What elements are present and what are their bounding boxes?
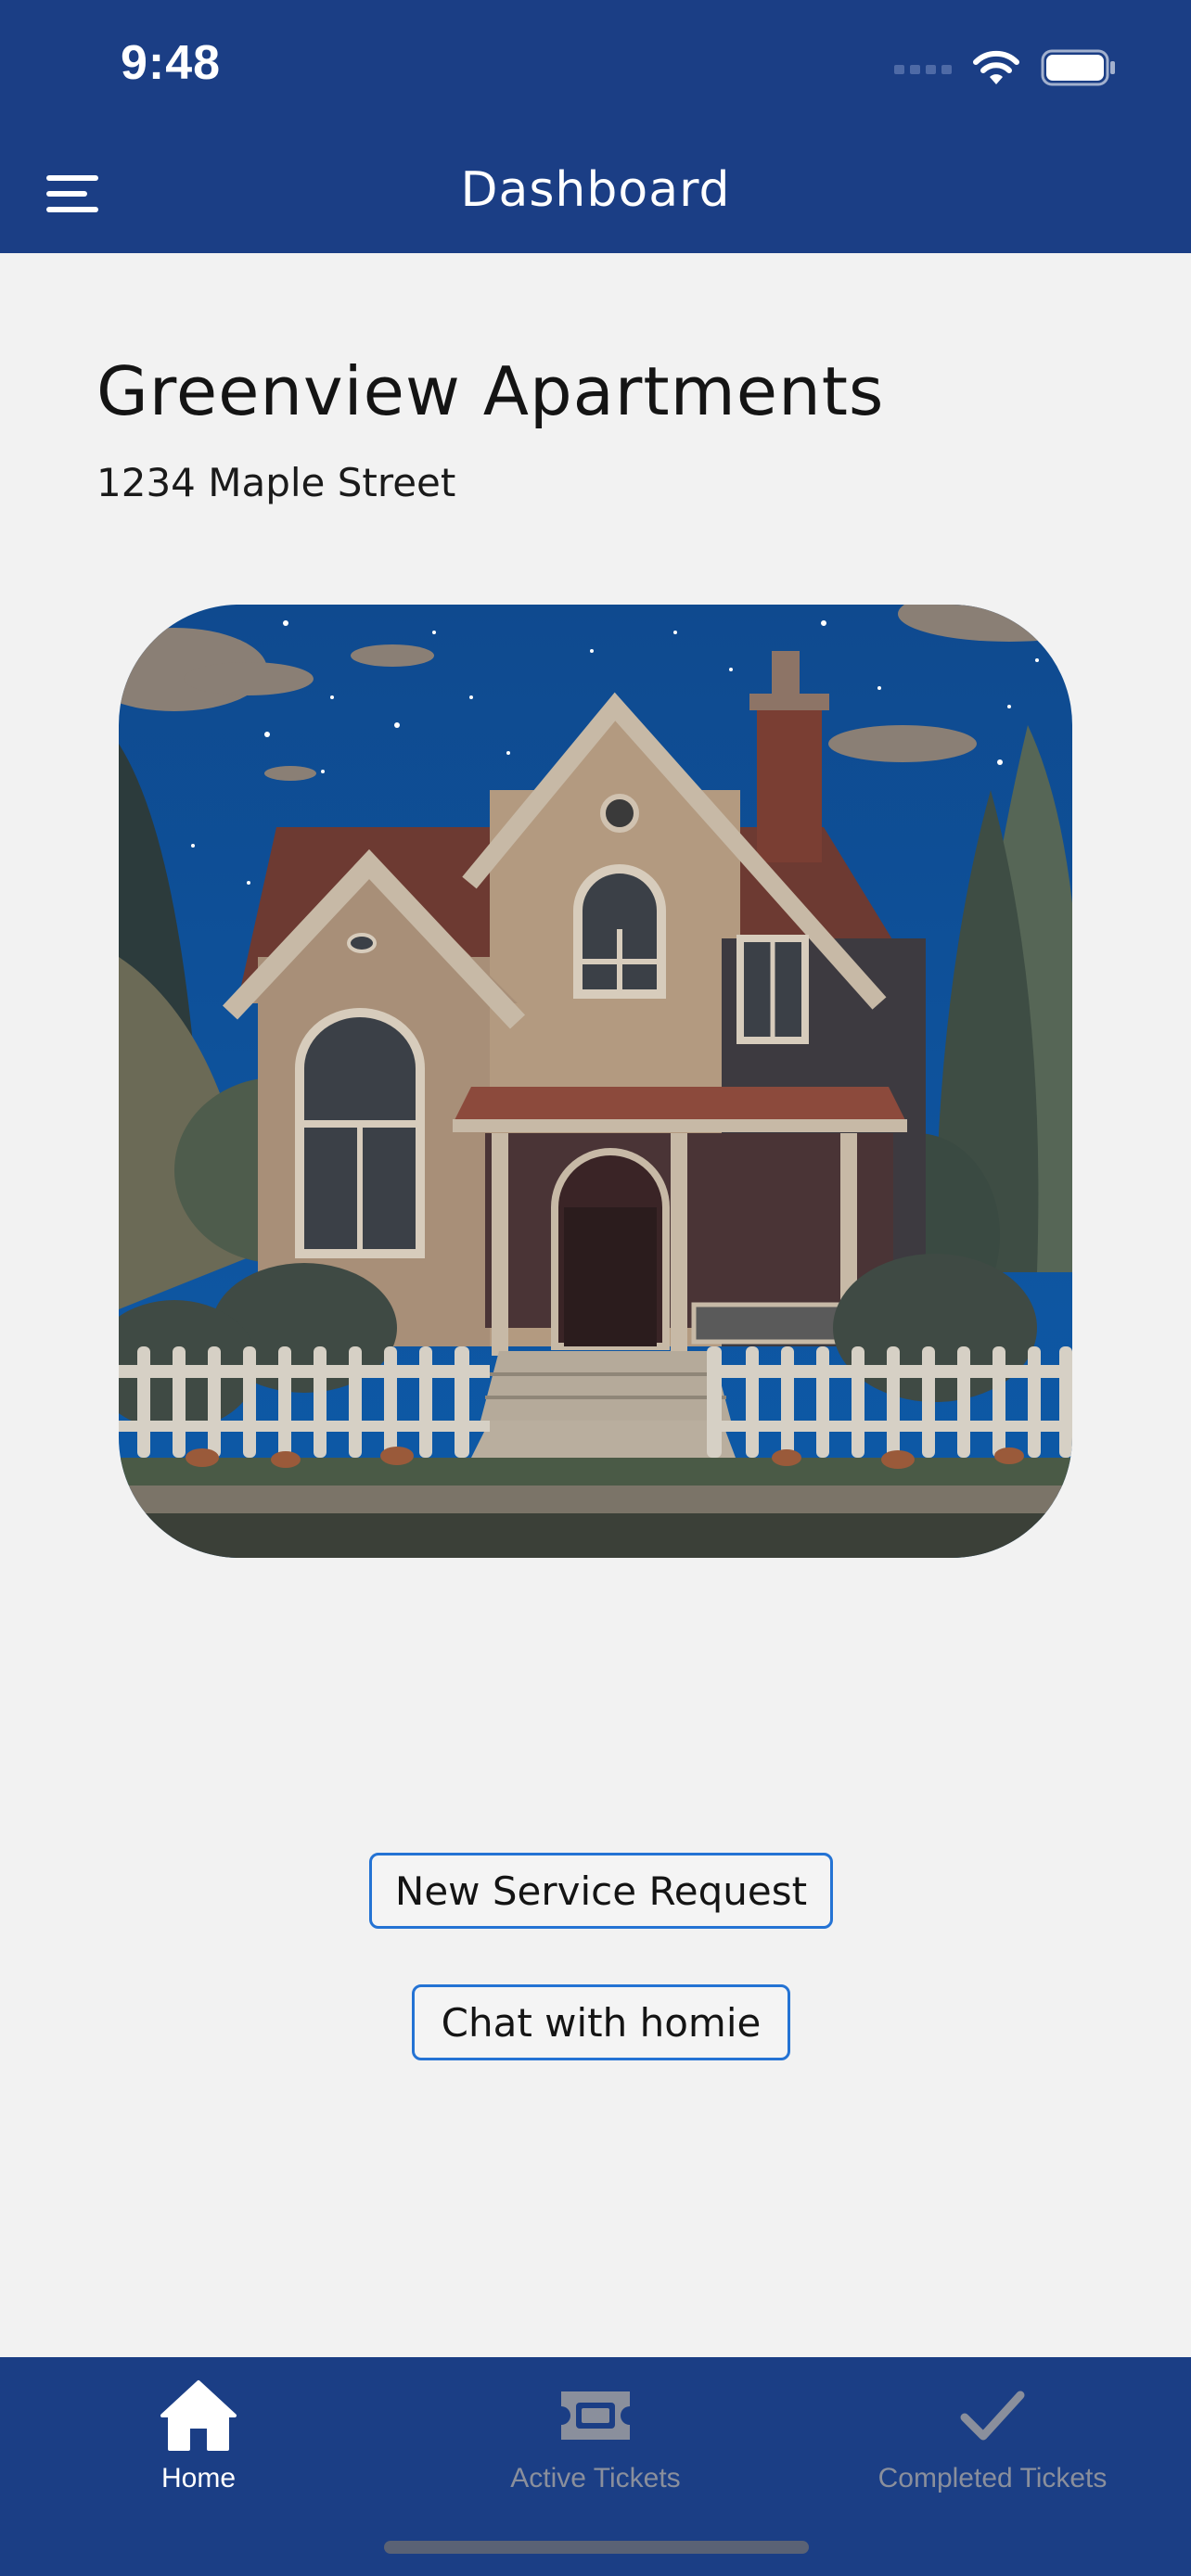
new-service-request-button[interactable]: New Service Request: [369, 1853, 833, 1929]
status-icons: [894, 45, 1117, 91]
checkmark-icon: [960, 2391, 1025, 2441]
chat-button[interactable]: Chat with homie: [412, 1984, 790, 2060]
battery-icon: [1041, 49, 1115, 86]
app-header: Dashboard: [0, 134, 1191, 253]
home-indicator[interactable]: [384, 2541, 809, 2554]
tab-completed-tickets[interactable]: Completed Tickets: [794, 2357, 1191, 2506]
property-name: Greenview Apartments: [96, 352, 885, 430]
tab-home[interactable]: Home: [0, 2357, 397, 2506]
status-bar: 9:48: [0, 0, 1191, 134]
home-icon: [160, 2380, 237, 2451]
cellular-signal-icon: [894, 65, 952, 74]
tab-active-tickets-label: Active Tickets: [510, 2463, 681, 2493]
ticket-icon: [561, 2391, 630, 2440]
tab-home-label: Home: [160, 2463, 237, 2493]
property-address: 1234 Maple Street: [96, 460, 456, 505]
tab-active-tickets[interactable]: Active Tickets: [397, 2357, 794, 2506]
status-time: 9:48: [121, 36, 222, 90]
tab-completed-tickets-label: Completed Tickets: [877, 2463, 1108, 2493]
wifi-icon: [973, 50, 1019, 84]
page-title: Dashboard: [460, 162, 731, 218]
property-image: [119, 605, 1072, 1558]
